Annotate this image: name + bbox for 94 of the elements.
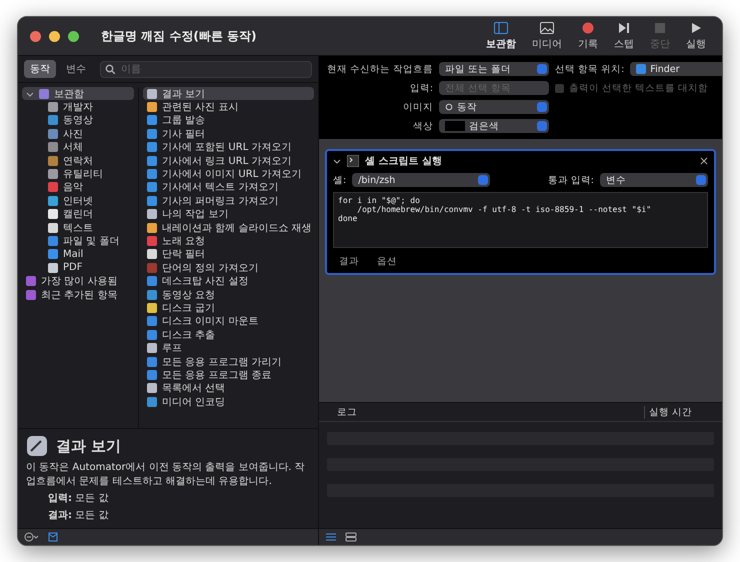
receives-popup[interactable]: 파일 또는 폴더 xyxy=(439,62,550,76)
chevron-icon[interactable] xyxy=(333,157,341,165)
toolbar-button[interactable]: 실행 xyxy=(682,21,710,51)
search-input[interactable]: 이름 xyxy=(119,62,307,76)
action-item[interactable]: 기사에서 텍스트 가져오기 xyxy=(143,180,314,194)
color-swatch xyxy=(445,121,466,131)
category-item[interactable]: 동영상 xyxy=(22,114,134,128)
action-item[interactable]: 목록에서 선택 xyxy=(143,382,314,395)
action-item[interactable]: 그룹 발송 xyxy=(143,114,314,128)
field-label: 셸: xyxy=(333,174,346,186)
field-label: 통과 입력: xyxy=(548,174,594,186)
step-icon xyxy=(616,21,632,35)
action-icon xyxy=(26,435,48,457)
terminal-icon xyxy=(347,155,359,167)
action-item[interactable]: 디스크 이미지 마운트 xyxy=(143,314,314,328)
toolbar-button[interactable]: 미디어 xyxy=(528,21,566,51)
zoom-button[interactable] xyxy=(68,30,79,42)
action-item[interactable]: 단락 필터 xyxy=(143,248,314,262)
action-item[interactable]: 디스크 추출 xyxy=(143,328,314,342)
action-item[interactable]: 나의 작업 보기 xyxy=(143,208,314,221)
action-item[interactable]: 모든 응용 프로그램 종료 xyxy=(143,368,314,382)
action-item[interactable]: 결과 보기 xyxy=(143,87,314,100)
action-item[interactable]: 기사에서 이미지 URL 가져오기 xyxy=(143,167,314,181)
field-label: 입력: xyxy=(408,82,434,94)
action-item[interactable]: 기사 필터 xyxy=(143,127,314,141)
library-tab[interactable]: 동작 xyxy=(24,60,56,78)
category-item[interactable]: 연락처 xyxy=(22,154,134,168)
description-detail: 결과: 모든 값 xyxy=(47,509,110,522)
location-popup[interactable]: Finder xyxy=(630,62,722,76)
action-item[interactable]: 디스크 굽기 xyxy=(143,301,314,315)
toolbar-button[interactable]: 보관함 xyxy=(482,21,520,51)
category-item[interactable]: 텍스트 xyxy=(22,220,134,234)
column-header: 로그 xyxy=(336,406,358,418)
field-label: 현재 수신하는 작업흐름 xyxy=(327,62,434,76)
category-item[interactable]: 캘린더 xyxy=(22,208,134,221)
list-icon xyxy=(325,532,337,542)
action-item[interactable]: 기사에 포함된 URL 가져오기 xyxy=(143,140,314,154)
minimize-button[interactable] xyxy=(49,30,60,42)
image-popup[interactable]: 동작 xyxy=(439,100,550,114)
category-item[interactable]: 개발자 xyxy=(22,100,134,114)
action-item[interactable]: 루프 xyxy=(143,341,314,355)
pass-input-popup[interactable]: 변수 xyxy=(600,173,708,187)
category-item[interactable]: 인터넷 xyxy=(22,194,134,208)
action-item[interactable]: 미디어 인코딩 xyxy=(143,394,314,408)
field-label: 이미지 xyxy=(402,100,434,114)
category-item[interactable]: Mail xyxy=(22,248,134,262)
sidebar-icon xyxy=(493,21,509,35)
category-item[interactable]: 최근 추가된 항목 xyxy=(22,288,134,302)
library-tab[interactable]: 변수 xyxy=(60,60,92,78)
field-label: 선택 항목 위치: xyxy=(555,62,624,76)
photo-icon xyxy=(539,21,555,35)
description-title: 결과 보기 xyxy=(56,436,122,456)
toolbar-button[interactable]: 기록 xyxy=(574,21,602,51)
category-item[interactable]: 서체 xyxy=(22,140,134,154)
gear-icon xyxy=(445,103,454,111)
mail-icon xyxy=(48,532,58,542)
category-item[interactable]: 보관함 xyxy=(22,87,134,100)
action-item[interactable]: 단어의 정의 가져오기 xyxy=(143,261,314,274)
toolbar-button[interactable]: 스텝 xyxy=(610,21,638,51)
category-item[interactable]: 음악 xyxy=(22,180,134,194)
action-item[interactable]: 관련된 사진 표시 xyxy=(143,100,314,114)
action-item[interactable]: 기사의 퍼머링크 가져오기 xyxy=(143,194,314,208)
record-icon xyxy=(580,21,596,35)
category-item[interactable]: 가장 많이 사용됨 xyxy=(22,274,134,288)
script-editor[interactable]: for i in "$@"; do /opt/homebrew/bin/convmv -f utf-8 -t iso-8859-1 --notest "$i" done xyxy=(333,192,708,248)
category-item[interactable]: 유틸리티 xyxy=(22,167,134,181)
action-item[interactable]: 내레이션과 함께 슬라이드쇼 재생 xyxy=(143,220,314,234)
close-icon xyxy=(700,157,708,165)
action-item[interactable]: 노래 요청 xyxy=(143,234,314,248)
category-item[interactable]: 사진 xyxy=(22,127,134,141)
category-item[interactable]: PDF xyxy=(22,261,134,274)
description-text: 이 동작은 Automator에서 이전 동작의 출력을 보여줍니다. 작업흐름에서 문제를 테스트하고 해결하는데 유용합니다. xyxy=(26,461,306,488)
color-popup[interactable]: 검은색 xyxy=(439,119,550,133)
action-menu-icon xyxy=(24,532,40,542)
shell-popup[interactable]: /bin/zsh xyxy=(352,173,490,187)
column-header: 실행 시간 xyxy=(644,406,722,418)
action-title: 셸 스크립트 실행 xyxy=(365,155,443,168)
field-label: 색상 xyxy=(412,120,434,132)
description-detail: 입력: 모든 값 xyxy=(47,492,110,505)
chevron-icon[interactable] xyxy=(26,90,34,98)
stop-icon xyxy=(652,21,668,35)
close-button[interactable] xyxy=(30,30,41,42)
action-item[interactable]: 데스크탑 사진 설정 xyxy=(143,274,314,288)
finder-icon xyxy=(636,64,646,74)
action-tab[interactable]: 옵션 xyxy=(371,253,403,270)
window-title: 한글명 깨짐 수정(빠른 동작) xyxy=(101,28,258,44)
split-view-icon xyxy=(345,532,357,542)
search-field[interactable]: 이름 xyxy=(100,60,312,78)
category-item[interactable]: 파일 및 폴더 xyxy=(22,234,134,248)
action-tab[interactable]: 결과 xyxy=(333,253,365,270)
action-item[interactable]: 모든 응용 프로그램 가리기 xyxy=(143,354,314,368)
search-icon xyxy=(105,64,115,74)
action-item[interactable]: 기사에서 링크 URL 가져오기 xyxy=(143,154,314,168)
action-item[interactable]: 동영상 요청 xyxy=(143,288,314,302)
